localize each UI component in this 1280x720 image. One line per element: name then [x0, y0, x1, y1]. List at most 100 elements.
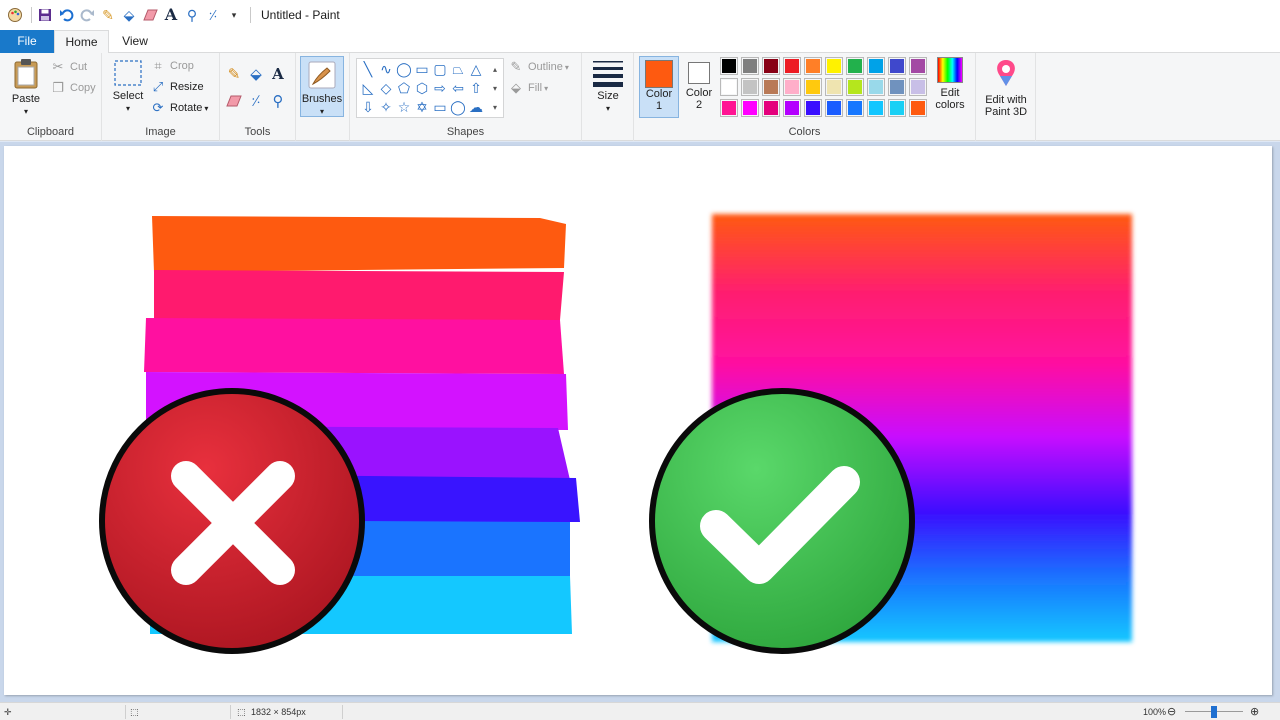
curve-shape-icon[interactable]: ∿ — [377, 60, 395, 78]
zoom-slider[interactable] — [1185, 703, 1243, 720]
palette-swatch[interactable] — [888, 78, 906, 96]
palette-swatch-fill — [743, 80, 757, 94]
pentagon-shape-icon[interactable]: ⬠ — [395, 79, 413, 97]
palette-swatch[interactable] — [762, 57, 780, 75]
shapes-expand-icon[interactable]: ▾ — [486, 98, 504, 116]
palette-swatch[interactable] — [741, 57, 759, 75]
pencil-icon[interactable]: ✎ — [99, 6, 117, 24]
edit-colors-button[interactable]: Edit colors — [932, 57, 968, 111]
palette-swatch[interactable] — [783, 57, 801, 75]
right-triangle-shape-icon[interactable]: ◺ — [359, 79, 377, 97]
eraser-tool-icon[interactable] — [224, 91, 244, 111]
selection-size-icon: ⬚ — [130, 707, 139, 717]
palette-swatch[interactable] — [825, 99, 843, 117]
customize-quick-access-icon[interactable]: ▾ — [225, 6, 243, 24]
rounded-rectangle-shape-icon[interactable]: ▢ — [431, 60, 449, 78]
oval-shape-icon[interactable]: ◯ — [395, 60, 413, 78]
palette-swatch[interactable] — [888, 57, 906, 75]
brushes-button[interactable]: Brushes ▾ — [300, 56, 344, 117]
palette-swatch[interactable] — [783, 78, 801, 96]
palette-swatch[interactable] — [720, 78, 738, 96]
rounded-callout-shape-icon[interactable]: ▭ — [431, 98, 449, 116]
left-arrow-shape-icon[interactable]: ⇦ — [449, 79, 467, 97]
palette-swatch[interactable] — [720, 57, 738, 75]
tab-view[interactable]: View — [109, 30, 161, 53]
oval-callout-shape-icon[interactable]: ◯ — [449, 98, 467, 116]
color2-button[interactable]: Color 2 — [681, 56, 717, 111]
undo-icon[interactable] — [57, 6, 75, 24]
four-point-star-shape-icon[interactable]: ✧ — [377, 98, 395, 116]
pencil-tool-icon[interactable]: ✎ — [224, 64, 244, 84]
size-button[interactable]: Size ▾ — [588, 59, 628, 114]
palette-swatch[interactable] — [909, 99, 927, 117]
rectangle-shape-icon[interactable]: ▭ — [413, 60, 431, 78]
five-point-star-shape-icon[interactable]: ☆ — [395, 98, 413, 116]
palette-swatch[interactable] — [909, 57, 927, 75]
palette-swatch[interactable] — [741, 99, 759, 117]
fill-button[interactable]: ⬙ Fill ▾ — [508, 78, 548, 98]
outline-button[interactable]: ✎ Outline ▾ — [508, 57, 569, 77]
brushes-dropdown-icon: ▾ — [319, 107, 324, 116]
tab-home[interactable]: Home — [54, 30, 109, 54]
paste-button[interactable]: Paste ▾ — [6, 58, 46, 117]
palette-swatch[interactable] — [846, 99, 864, 117]
shapes-scroll-down-icon[interactable]: ▾ — [486, 79, 504, 97]
eraser-icon[interactable] — [141, 6, 159, 24]
copy-button[interactable]: ❐ Copy — [50, 78, 96, 98]
palette-swatch[interactable] — [804, 99, 822, 117]
zoom-in-icon[interactable]: ⊕ — [1250, 703, 1259, 720]
tab-file[interactable]: File — [0, 30, 54, 53]
palette-swatch-fill — [785, 101, 799, 115]
six-point-star-shape-icon[interactable]: ✡ — [413, 98, 431, 116]
select-button[interactable]: Select ▾ — [108, 59, 148, 114]
edit-with-paint3d-button[interactable]: Edit with Paint 3D — [980, 58, 1032, 118]
palette-swatch[interactable] — [741, 78, 759, 96]
color-picker-icon[interactable]: ⸓ — [204, 6, 222, 24]
palette-swatch[interactable] — [762, 78, 780, 96]
triangle-shape-icon[interactable]: △ — [467, 60, 485, 78]
color-picker-tool-icon[interactable]: ⸓ — [246, 91, 266, 111]
resize-button[interactable]: ⤢ Resize — [150, 77, 204, 97]
zoom-slider-thumb[interactable] — [1211, 706, 1217, 718]
palette-swatch[interactable] — [867, 78, 885, 96]
diamond-shape-icon[interactable]: ◇ — [377, 79, 395, 97]
palette-swatch[interactable] — [825, 57, 843, 75]
palette-swatch[interactable] — [762, 99, 780, 117]
text-icon[interactable]: A — [162, 6, 180, 24]
rotate-button[interactable]: ⟳ Rotate ▾ — [150, 98, 209, 118]
palette-swatch[interactable] — [867, 57, 885, 75]
shapes-scroll-up-icon[interactable]: ▴ — [486, 60, 504, 78]
up-arrow-shape-icon[interactable]: ⇧ — [467, 79, 485, 97]
palette-swatch[interactable] — [909, 78, 927, 96]
text-tool-icon[interactable]: A — [268, 64, 288, 84]
color1-button[interactable]: Color 1 — [639, 56, 679, 118]
palette-swatch[interactable] — [720, 99, 738, 117]
down-arrow-shape-icon[interactable]: ⇩ — [359, 98, 377, 116]
magnifier-tool-icon[interactable]: ⚲ — [268, 91, 288, 111]
rotate-dropdown-icon: ▾ — [204, 103, 209, 113]
palette-swatch[interactable] — [783, 99, 801, 117]
right-arrow-shape-icon[interactable]: ⇨ — [431, 79, 449, 97]
line-shape-icon[interactable]: ╲ — [359, 60, 377, 78]
drawing-canvas[interactable] — [4, 146, 1272, 695]
palette-swatch[interactable] — [825, 78, 843, 96]
cut-button[interactable]: ✂ Cut — [50, 57, 88, 77]
palette-swatch[interactable] — [804, 78, 822, 96]
fill-with-color-icon[interactable]: ⬙ — [246, 64, 266, 84]
palette-swatch[interactable] — [888, 99, 906, 117]
magnifier-icon[interactable]: ⚲ — [183, 6, 201, 24]
palette-swatch[interactable] — [804, 57, 822, 75]
palette-swatch[interactable] — [846, 57, 864, 75]
crop-button[interactable]: ⌗ Crop — [150, 56, 194, 76]
palette-swatch-fill — [848, 59, 862, 73]
fill-bucket-icon[interactable]: ⬙ — [120, 6, 138, 24]
palette-swatch[interactable] — [846, 78, 864, 96]
polygon-shape-icon[interactable]: ⏢ — [449, 60, 467, 78]
hexagon-shape-icon[interactable]: ⬡ — [413, 79, 431, 97]
palette-swatch[interactable] — [867, 99, 885, 117]
save-icon[interactable] — [36, 6, 54, 24]
cloud-callout-shape-icon[interactable]: ☁ — [467, 98, 485, 116]
zoom-out-icon[interactable]: ⊖ — [1167, 703, 1176, 720]
redo-icon[interactable] — [78, 6, 96, 24]
paint-palette-icon[interactable] — [6, 6, 24, 24]
